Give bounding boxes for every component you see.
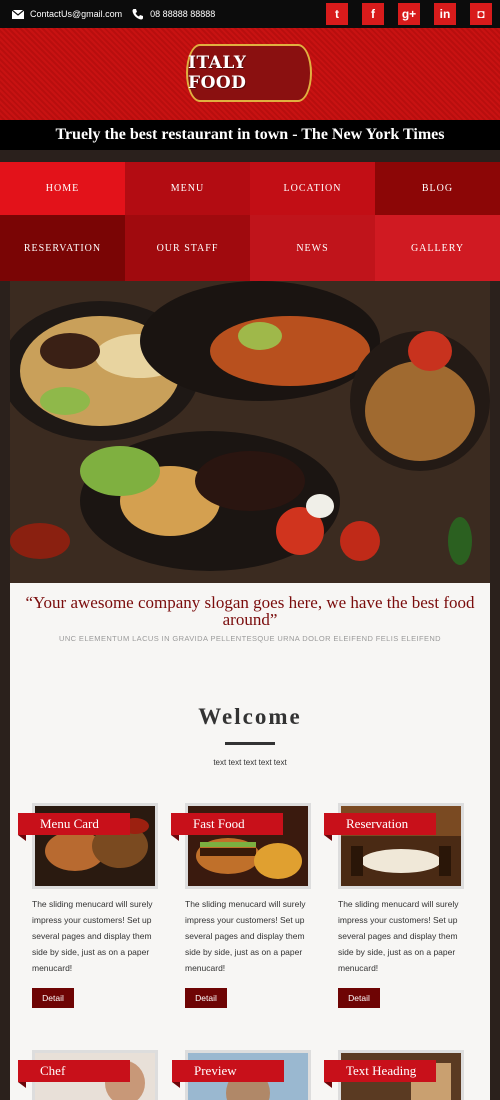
nav-item-our-staff[interactable]: OUR STAFF	[125, 215, 250, 281]
card-ribbon-title: Text Heading	[324, 1060, 436, 1088]
slogan-subtext: UNC ELEMENTUM LACUS IN GRAVIDA PELLENTES…	[59, 634, 441, 643]
card-description: The sliding menucard will surely impress…	[185, 899, 306, 973]
card-ribbon-title: Reservation	[324, 813, 436, 841]
contact-phone[interactable]: 08 88888 88888	[132, 8, 215, 20]
hero-image	[10, 281, 490, 583]
tagline-bar: Truely the best restaurant in town - The…	[0, 120, 500, 150]
googleplus-icon[interactable]: g+	[398, 3, 420, 25]
nav-item-news[interactable]: NEWS	[250, 215, 375, 281]
welcome-title: Welcome	[198, 704, 302, 729]
main-nav: HOME MENU LOCATION BLOG RESERVATION OUR …	[0, 150, 500, 281]
hero-food-illustration	[10, 281, 490, 583]
card-ribbon-title: Chef	[18, 1060, 130, 1088]
card-ribbon-title: Preview	[172, 1060, 284, 1088]
tagline-text: Truely the best restaurant in town - The…	[55, 126, 445, 143]
card-description: The sliding menucard will surely impress…	[338, 899, 459, 973]
detail-button[interactable]: Detail	[185, 988, 227, 1008]
contact-email[interactable]: ContactUs@gmail.com	[12, 9, 122, 19]
card-ribbon-title: Menu Card	[18, 813, 130, 841]
card-ribbon-title: Fast Food	[171, 813, 283, 841]
nav-item-home[interactable]: HOME	[0, 162, 125, 215]
detail-button[interactable]: Detail	[338, 988, 380, 1008]
phone-text: 08 88888 88888	[150, 9, 216, 19]
twitter-icon[interactable]: t	[326, 3, 348, 25]
mail-icon	[12, 9, 24, 19]
detail-button[interactable]: Detail	[32, 988, 74, 1008]
slogan-text: “Your awesome company slogan goes here, …	[25, 593, 475, 629]
social-links: t f g+ in ◘	[319, 3, 492, 25]
top-bar: ContactUs@gmail.com 08 88888 88888 t f g…	[0, 0, 500, 28]
nav-item-reservation[interactable]: RESERVATION	[0, 215, 125, 281]
logo-text: ITALY FOOD	[188, 53, 247, 93]
card-description: The sliding menucard will surely impress…	[32, 899, 153, 973]
nav-item-menu[interactable]: MENU	[125, 162, 250, 215]
instagram-icon[interactable]: ◘	[470, 3, 492, 25]
linkedin-icon[interactable]: in	[434, 3, 456, 25]
nav-item-gallery[interactable]: GALLERY	[375, 215, 500, 281]
site-logo[interactable]: ITALY FOOD	[186, 44, 312, 102]
nav-item-location[interactable]: LOCATION	[250, 162, 375, 215]
email-text: ContactUs@gmail.com	[30, 9, 123, 19]
welcome-divider	[225, 742, 275, 745]
site-header: ITALY FOOD	[0, 28, 500, 120]
welcome-subtext: text text text text text	[213, 758, 287, 767]
phone-icon	[132, 9, 144, 20]
facebook-icon[interactable]: f	[362, 3, 384, 25]
nav-item-blog[interactable]: BLOG	[375, 162, 500, 215]
